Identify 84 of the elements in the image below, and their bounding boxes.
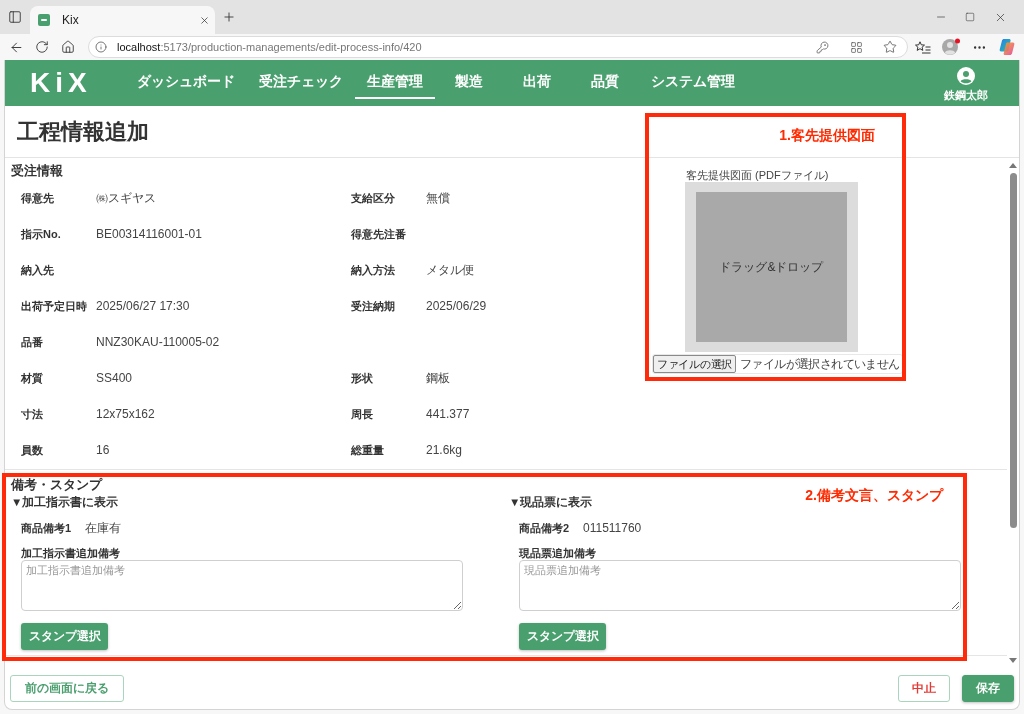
annotation-label: 2.備考文言、スタンプ (805, 487, 943, 503)
nav-tab[interactable]: ダッシュボード (124, 67, 247, 99)
close-tab-icon[interactable] (199, 14, 210, 26)
field-label: 受注納期 (351, 298, 395, 314)
user-name[interactable]: 鉄鋼太郎 (944, 88, 988, 103)
subsection-heading: ▼加工指示書に表示 (11, 495, 119, 510)
scroll-down-arrow-icon[interactable] (1009, 658, 1017, 663)
drop-area[interactable]: ドラッグ&ドロップ (696, 192, 847, 342)
info-icon[interactable] (95, 41, 107, 53)
field-value: 16 (96, 443, 110, 457)
field-value: 2025/06/27 17:30 (96, 299, 190, 313)
section-heading: 備考・スタンプ (11, 477, 102, 493)
nav-tab[interactable]: 受注チェック (246, 67, 355, 99)
new-tab-icon[interactable] (222, 10, 236, 24)
key-icon[interactable] (815, 40, 829, 54)
field-value: 在庫有 (85, 519, 121, 537)
scroll-up-arrow-icon[interactable] (1009, 163, 1017, 168)
nav-tab[interactable]: 製造 (434, 67, 503, 99)
choose-file-button[interactable]: ファイルの選択 (653, 355, 736, 373)
save-button[interactable]: 保存 (962, 674, 1014, 702)
reload-icon[interactable] (35, 40, 49, 54)
field-label: 得意先注番 (351, 226, 406, 242)
app-logo[interactable]: KiX (30, 69, 92, 97)
user-account-icon[interactable] (957, 67, 975, 85)
field-label: 納入先 (21, 262, 54, 278)
annotation-label: 1.客先提供図面 (779, 127, 875, 143)
site-favicon-icon (38, 14, 50, 26)
file-status-text: ファイルが選択されていません (739, 355, 900, 373)
field-label: 寸法 (21, 406, 43, 422)
tab-actions-icon[interactable] (8, 10, 22, 24)
section-heading: 受注情報 (11, 163, 63, 179)
field-label: 得意先 (21, 190, 54, 206)
field-label: 形状 (351, 370, 373, 386)
field-value: 鋼板 (426, 369, 450, 387)
field-value: SS400 (96, 371, 133, 385)
remarks-textarea[interactable]: 現品票追加備考 (519, 560, 961, 611)
page-title: 工程情報追加 (17, 117, 149, 146)
grid-icon[interactable] (849, 40, 863, 54)
field-value: NNZ30KAU-110005-02 (96, 335, 220, 349)
field-label: 商品備考2 (519, 520, 571, 536)
field-label: 現品票追加備考 (519, 546, 596, 560)
field-value: BE00314116001-01 (96, 227, 202, 241)
nav-tab[interactable]: 品質 (570, 67, 639, 99)
field-value: メタル便 (426, 261, 474, 279)
url-text: localhost:5173/production-managements/edit-process-info/420 (117, 41, 423, 53)
field-value: ㈱スギヤス (96, 189, 156, 207)
field-value: 441.377 (426, 407, 470, 421)
stamp-select-button[interactable]: スタンプ選択 (519, 623, 606, 650)
subsection-heading: ▼現品票に表示 (509, 495, 593, 510)
favorites-icon[interactable] (915, 40, 931, 54)
profile-avatar-icon[interactable] (941, 38, 961, 56)
file-input-field[interactable]: ファイルの選択 ファイルが選択されていません (652, 354, 903, 374)
field-value: 011511760 (583, 521, 642, 535)
nav-tab[interactable]: 生産管理 (354, 67, 435, 99)
address-bar[interactable]: localhost:5173/production-managements/edit-process-info/420 (88, 36, 908, 58)
home-icon[interactable] (61, 40, 75, 54)
maximize-icon[interactable] (965, 12, 975, 22)
star-icon[interactable] (883, 40, 897, 54)
stamp-select-button[interactable]: スタンプ選択 (21, 623, 108, 650)
field-value: 無償 (426, 189, 450, 207)
field-value: 12x75x162 (96, 407, 155, 421)
cancel-button[interactable]: 中止 (898, 674, 950, 702)
colorful-swirl-icon[interactable] (998, 38, 1016, 56)
field-label: 納入方法 (351, 262, 395, 278)
field-value: 2025/06/29 (426, 299, 487, 313)
field-label: 材質 (21, 370, 43, 386)
field-label: 員数 (21, 442, 43, 458)
nav-tab[interactable]: 出荷 (502, 67, 571, 99)
back-icon[interactable] (8, 39, 24, 55)
field-label: 総重量 (351, 442, 384, 458)
nav-tab[interactable]: システム管理 (638, 67, 747, 99)
field-label: 商品備考1 (21, 520, 73, 536)
scrollbar-thumb[interactable] (1009, 173, 1017, 528)
field-value: 21.6kg (426, 443, 463, 457)
field-label: 加工指示書追加備考 (21, 546, 120, 560)
field-label: 品番 (21, 334, 43, 350)
field-label: 周長 (351, 406, 373, 422)
back-button[interactable]: 前の画面に戻る (10, 674, 124, 702)
remarks-textarea[interactable]: 加工指示書追加備考 (21, 560, 463, 611)
field-label: 支給区分 (351, 190, 395, 206)
browser-tab[interactable]: Kix (30, 6, 215, 34)
field-label: 指示No. (21, 226, 61, 242)
upload-label: 客先提供図面 (PDFファイル) (686, 168, 829, 182)
field-label: 出荷予定日時 (21, 298, 87, 314)
